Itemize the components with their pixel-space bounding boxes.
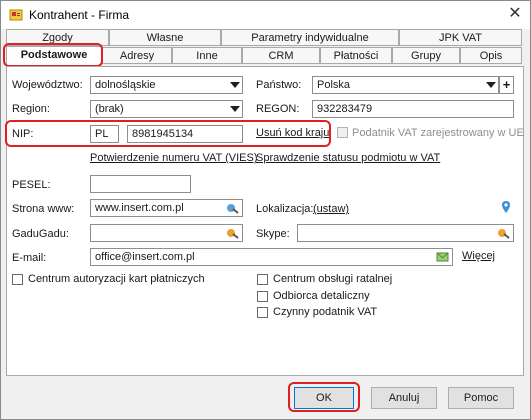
tab-label: Płatności	[333, 50, 379, 62]
send-email-icon[interactable]	[436, 251, 449, 263]
czynny-podatnik-vat-label: Czynny podatnik VAT	[273, 306, 378, 318]
panstwo-value: Polska	[317, 79, 351, 91]
tab-opis[interactable]: Opis	[460, 47, 522, 64]
tab-label: CRM	[268, 50, 294, 62]
tab-label: Opis	[479, 50, 503, 62]
highlight-tab-podstawowe	[3, 43, 103, 67]
gadugadu-input[interactable]	[90, 224, 243, 242]
tab-label: Parametry indywidualne	[251, 32, 369, 44]
tab-inne[interactable]: Inne	[172, 47, 242, 64]
odbiorca-detaliczny-checkbox[interactable]	[257, 291, 268, 302]
wojewodztwo-value: dolnośląskie	[95, 79, 156, 91]
map-pin-icon[interactable]	[501, 201, 511, 213]
dialog-window: Kontrahent - Firma ✕ Zgody Własne Parame…	[0, 0, 531, 420]
open-link-icon[interactable]	[226, 202, 239, 214]
help-button[interactable]: Pomoc	[448, 387, 514, 409]
tab-wlasne[interactable]: Własne	[109, 29, 221, 46]
tab-platnosci[interactable]: Płatności	[320, 47, 392, 64]
regon-label: REGON:	[256, 103, 300, 115]
tab-label: Adresy	[119, 50, 155, 62]
podatnik-vat-ue-checkbox[interactable]	[337, 127, 348, 138]
centrum-obslugi-ratalnej-checkbox[interactable]	[257, 274, 268, 285]
lokalizacja-set-link[interactable]: (ustaw)	[313, 203, 349, 215]
window-title: Kontrahent - Firma	[29, 8, 130, 22]
email-label: E-mail:	[12, 252, 47, 264]
regon-input[interactable]: 932283479	[312, 100, 514, 118]
wojewodztwo-label: Województwo:	[12, 79, 83, 91]
strona-www-input[interactable]: www.insert.com.pl	[90, 199, 243, 217]
highlight-ok-button	[288, 382, 360, 412]
gadugadu-label: GaduGadu:	[12, 228, 69, 240]
close-icon[interactable]: ✕	[507, 6, 523, 22]
tab-label: Grupy	[411, 50, 441, 62]
pesel-input[interactable]	[90, 175, 191, 193]
more-link[interactable]: Więcej	[462, 250, 495, 262]
centrum-obslugi-ratalnej-label: Centrum obsługi ratalnej	[273, 273, 393, 285]
panstwo-label: Państwo:	[256, 79, 302, 91]
tab-grupy[interactable]: Grupy	[392, 47, 460, 64]
strona-www-value: www.insert.com.pl	[95, 202, 184, 214]
tab-adresy[interactable]: Adresy	[102, 47, 172, 64]
title-bar: Kontrahent - Firma ✕	[1, 1, 530, 29]
cancel-button[interactable]: Anuluj	[371, 387, 437, 409]
email-value: office@insert.com.pl	[95, 251, 195, 263]
region-value: (brak)	[95, 103, 124, 115]
strona-www-label: Strona www:	[12, 203, 75, 215]
odbiorca-detaliczny-label: Odbiorca detaliczny	[273, 290, 370, 302]
add-country-button[interactable]: +	[499, 76, 514, 94]
chevron-down-icon	[230, 106, 240, 112]
podatnik-vat-ue-label: Podatnik VAT zarejestrowany w UE	[352, 127, 524, 139]
skype-action-icon[interactable]	[497, 227, 510, 239]
pesel-label: PESEL:	[12, 179, 51, 191]
tab-label: Inne	[196, 50, 218, 62]
highlight-nip-row	[5, 120, 331, 147]
lokalizacja-label: Lokalizacja:	[256, 203, 314, 215]
skype-label: Skype:	[256, 228, 290, 240]
tab-jpk-vat[interactable]: JPK VAT	[399, 29, 522, 46]
email-input[interactable]: office@insert.com.pl	[90, 248, 453, 266]
vies-verification-link[interactable]: Potwierdzenie numeru VAT (VIES)	[90, 152, 258, 164]
chevron-down-icon	[230, 82, 240, 88]
skype-input[interactable]	[297, 224, 514, 242]
wojewodztwo-select[interactable]: dolnośląskie	[90, 76, 243, 94]
region-label: Region:	[12, 103, 50, 115]
region-select[interactable]: (brak)	[90, 100, 243, 118]
chevron-down-icon	[486, 82, 496, 88]
panstwo-select[interactable]: Polska	[312, 76, 499, 94]
vat-status-check-link[interactable]: Sprawdzenie statusu podmiotu w VAT	[256, 152, 440, 164]
tab-parametry-indywidualne[interactable]: Parametry indywidualne	[221, 29, 399, 46]
tab-crm[interactable]: CRM	[242, 47, 320, 64]
czynny-podatnik-vat-checkbox[interactable]	[257, 307, 268, 318]
contractor-icon	[9, 9, 23, 21]
centrum-autoryzacji-label: Centrum autoryzacji kart płatniczych	[28, 273, 205, 285]
tab-label: JPK VAT	[439, 32, 482, 44]
centrum-autoryzacji-checkbox[interactable]	[12, 274, 23, 285]
tab-label: Własne	[146, 32, 184, 44]
gadugadu-action-icon[interactable]	[226, 227, 239, 239]
